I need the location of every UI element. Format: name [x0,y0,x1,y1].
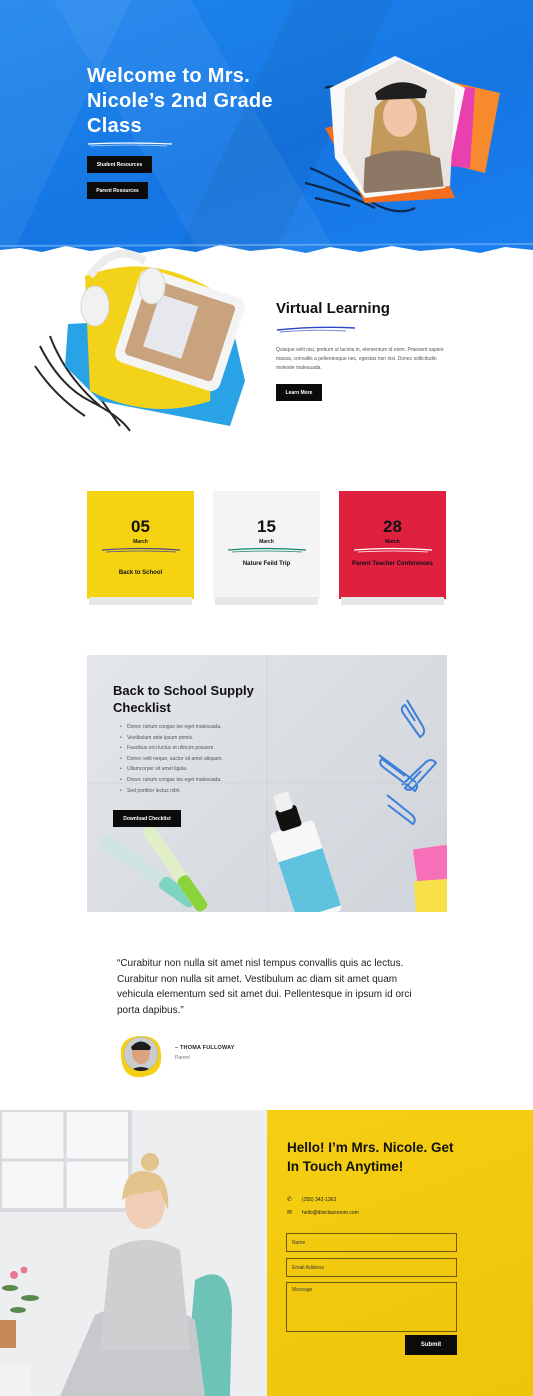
name-field[interactable] [286,1233,457,1252]
event-card[interactable]: 28 March Parent Teacher Conferences [339,491,446,605]
student-resources-button[interactable]: Student Resources [87,156,152,173]
testimonial-quote: “Curabitur non nulla sit amet nisl tempu… [117,958,412,1016]
phone-icon: ✆ [287,1197,293,1203]
checklist-item: Donec rutrum congue leo eget malesuada. [120,775,223,786]
card-shadow [89,597,192,605]
scribble-underline [353,547,433,553]
event-month: March [133,539,148,545]
supply-checklist-section: Back to School Supply Checklist Donec ru… [87,655,447,912]
scribble-underline [227,547,307,553]
card-paper [339,491,446,599]
teacher-portrait-illustration [0,1110,267,1396]
checklist-item: Ullamcorper sit amet ligula. [120,764,223,775]
event-day: 05 [131,517,150,536]
card-paper [87,491,194,599]
checklist-title: Back to School Supply Checklist [113,683,254,715]
email-info: ✉ hello@diviclassroom.com [287,1209,359,1217]
event-card[interactable]: 15 March Nature Feild Trip [213,491,320,605]
message-field[interactable] [286,1282,457,1332]
virtual-title-underline [276,326,356,333]
checklist-item: Sed porttitor lectus nibh. [120,786,223,797]
checklist-list: Donec rutrum congue leo eget malesuada. … [120,722,223,796]
event-day: 28 [383,517,402,536]
event-name: Nature Feild Trip [242,561,291,567]
virtual-learning-description: Quisque velit nisi, pretium ut lacinia i… [276,347,444,371]
checklist-item: Donec velit neque, auctor sit amet aliqu… [120,754,223,765]
event-day: 15 [257,517,276,536]
tablet-headphones-illustration [34,249,245,432]
hero-student-collage [305,56,500,213]
hero-title-underline [87,142,173,147]
phone-info: ✆ (255) 342-1363 [287,1196,336,1204]
parent-resources-button[interactable]: Parent Resources [87,182,148,199]
event-name: Parent Teacher Conferences [352,561,433,567]
event-name: Back to School [118,570,163,576]
contact-title: Hello! I’m Mrs. Nicole. Get In Touch Any… [287,1140,454,1174]
learn-more-button[interactable]: Learn More [276,384,322,401]
checklist-item: Donec rutrum congue leo eget malesuada. [120,722,223,733]
event-month: March [259,539,274,545]
testimonial-author: – THOMA FULLOWAY [175,1045,235,1051]
submit-button[interactable]: Submit [405,1335,457,1355]
contact-panel: Hello! I’m Mrs. Nicole. Get In Touch Any… [267,1110,533,1396]
envelope-icon: ✉ [287,1210,293,1216]
event-month: March [385,539,400,545]
email-field[interactable] [286,1258,457,1277]
hero-section: Welcome to Mrs. Nicole’s 2nd Grade Class… [0,0,533,262]
virtual-learning-title: Virtual Learning [276,300,390,317]
checklist-item: Vestibulum ante ipsum primis. [120,733,223,744]
scribble-underline [101,547,181,553]
card-shadow [341,597,444,605]
hero-title: Welcome to Mrs. Nicole’s 2nd Grade Class [87,65,273,137]
email-address[interactable]: hello@diviclassroom.com [302,1210,359,1216]
testimonial-role: Parent [175,1055,190,1061]
teacher-photo [0,1110,267,1396]
card-paper [213,491,320,599]
page: Welcome to Mrs. Nicole’s 2nd Grade Class… [0,0,533,1396]
avatar [120,1035,162,1078]
event-card[interactable]: 05 March Back to School [87,491,194,605]
card-shadow [215,597,318,605]
checklist-item: Faucibus orci luctus et ultrices posuere… [120,743,223,754]
download-checklist-button[interactable]: Download Checklist [113,810,181,827]
phone-number[interactable]: (255) 342-1363 [302,1197,336,1203]
